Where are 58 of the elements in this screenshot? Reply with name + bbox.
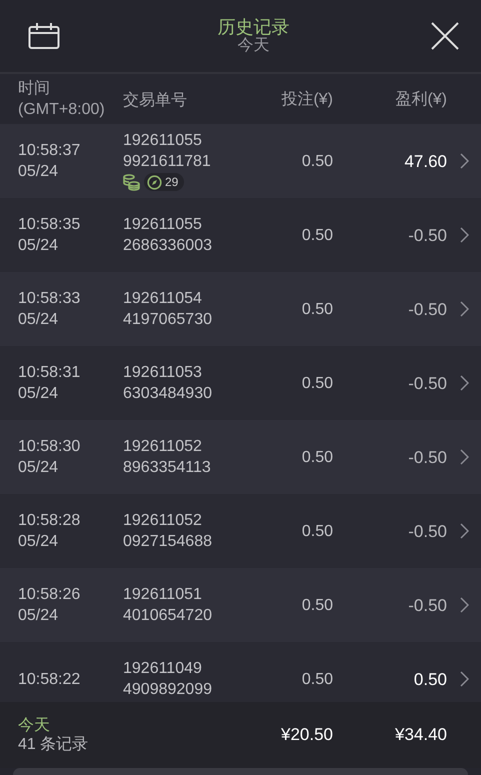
date-text: 05/24 [18,606,60,626]
date-text: 05/24 [18,310,60,330]
period-label: 今天 [18,716,51,735]
column-header: 盈利(¥) [395,90,447,110]
stake-amount: 0.50 [302,300,333,320]
time-text: 10:58:37 [18,141,82,161]
column-header: 交易单号 [123,90,188,110]
date-text: 05/24 [18,532,60,552]
table-row[interactable]: 10:58:30 05/24 192611052 8963354113 0.50 -0.50 [0,420,481,494]
order-number: 192611055 2686336003 [123,215,213,256]
table-row[interactable]: 10:58:22 192611049 4909892099 0.50 0.50 [0,642,481,702]
count-badge: 29 [144,173,184,191]
column-header: 投注(¥) [281,90,333,110]
profit-amount: -0.50 [408,298,447,320]
profit-amount: -0.50 [408,372,447,394]
table-row[interactable]: 10:58:33 05/24 192611054 4197065730 0.50 -0.50 [0,272,481,346]
date-text: 05/24 [18,162,60,182]
stake-amount: 0.50 [302,374,333,394]
column-header: 时间 (GMT+8:00) [18,78,106,120]
stake-amount: 0.50 [302,226,333,246]
profit-amount: -0.50 [408,594,447,616]
table-row[interactable]: 10:58:35 05/24 192611055 2686336003 0.50 -0.50 [0,198,481,272]
stake-amount: 0.50 [302,152,333,172]
order-number: 192611053 6303484930 [123,363,213,404]
order-number: 192611052 0927154688 [123,511,213,552]
order-number: 192611054 4197065730 [123,289,213,330]
time-text: 10:58:22 [18,670,82,690]
profit-amount: 0.50 [414,668,447,690]
date-text: 05/24 [18,458,60,478]
total-profit: ¥34.40 [395,725,447,745]
time-text: 10:58:26 [18,585,82,605]
table-row[interactable]: 10:58:37 05/24 192611055 9921611781 29 0.50 47.60 [0,124,481,198]
order-number: 192611049 4909892099 [123,659,213,700]
time-text: 10:58:35 [18,215,82,235]
profit-amount: -0.50 [408,446,447,468]
order-number: 192611055 9921611781 [123,131,212,172]
stake-amount: 0.50 [302,448,333,468]
stake-amount: 0.50 [302,522,333,542]
table-row[interactable]: 10:58:28 05/24 192611052 0927154688 0.50 -0.50 [0,494,481,568]
time-text: 10:58:31 [18,363,82,383]
profit-amount: 47.60 [404,150,447,172]
order-number: 192611051 4010654720 [123,585,213,626]
stake-amount: 0.50 [302,670,333,690]
date-text: 05/24 [18,384,60,404]
table-row[interactable]: 10:58:26 05/24 192611051 4010654720 0.50 -0.50 [0,568,481,642]
time-text: 10:58:33 [18,289,82,309]
stake-amount: 0.50 [302,596,333,616]
page-title: 历史记录 [218,17,290,37]
table-row[interactable]: 10:58:31 05/24 192611053 6303484930 0.50 -0.50 [0,346,481,420]
profit-amount: -0.50 [408,520,447,542]
date-text: 05/24 [18,236,60,256]
order-number: 192611052 8963354113 [123,437,212,478]
time-text: 10:58:28 [18,511,82,531]
profit-amount: -0.50 [408,224,447,246]
date-range: 今天 [238,37,270,55]
time-text: 10:58:30 [18,437,82,457]
total-stake: ¥20.50 [281,725,333,745]
record-count: 41 条记录 [18,735,90,754]
